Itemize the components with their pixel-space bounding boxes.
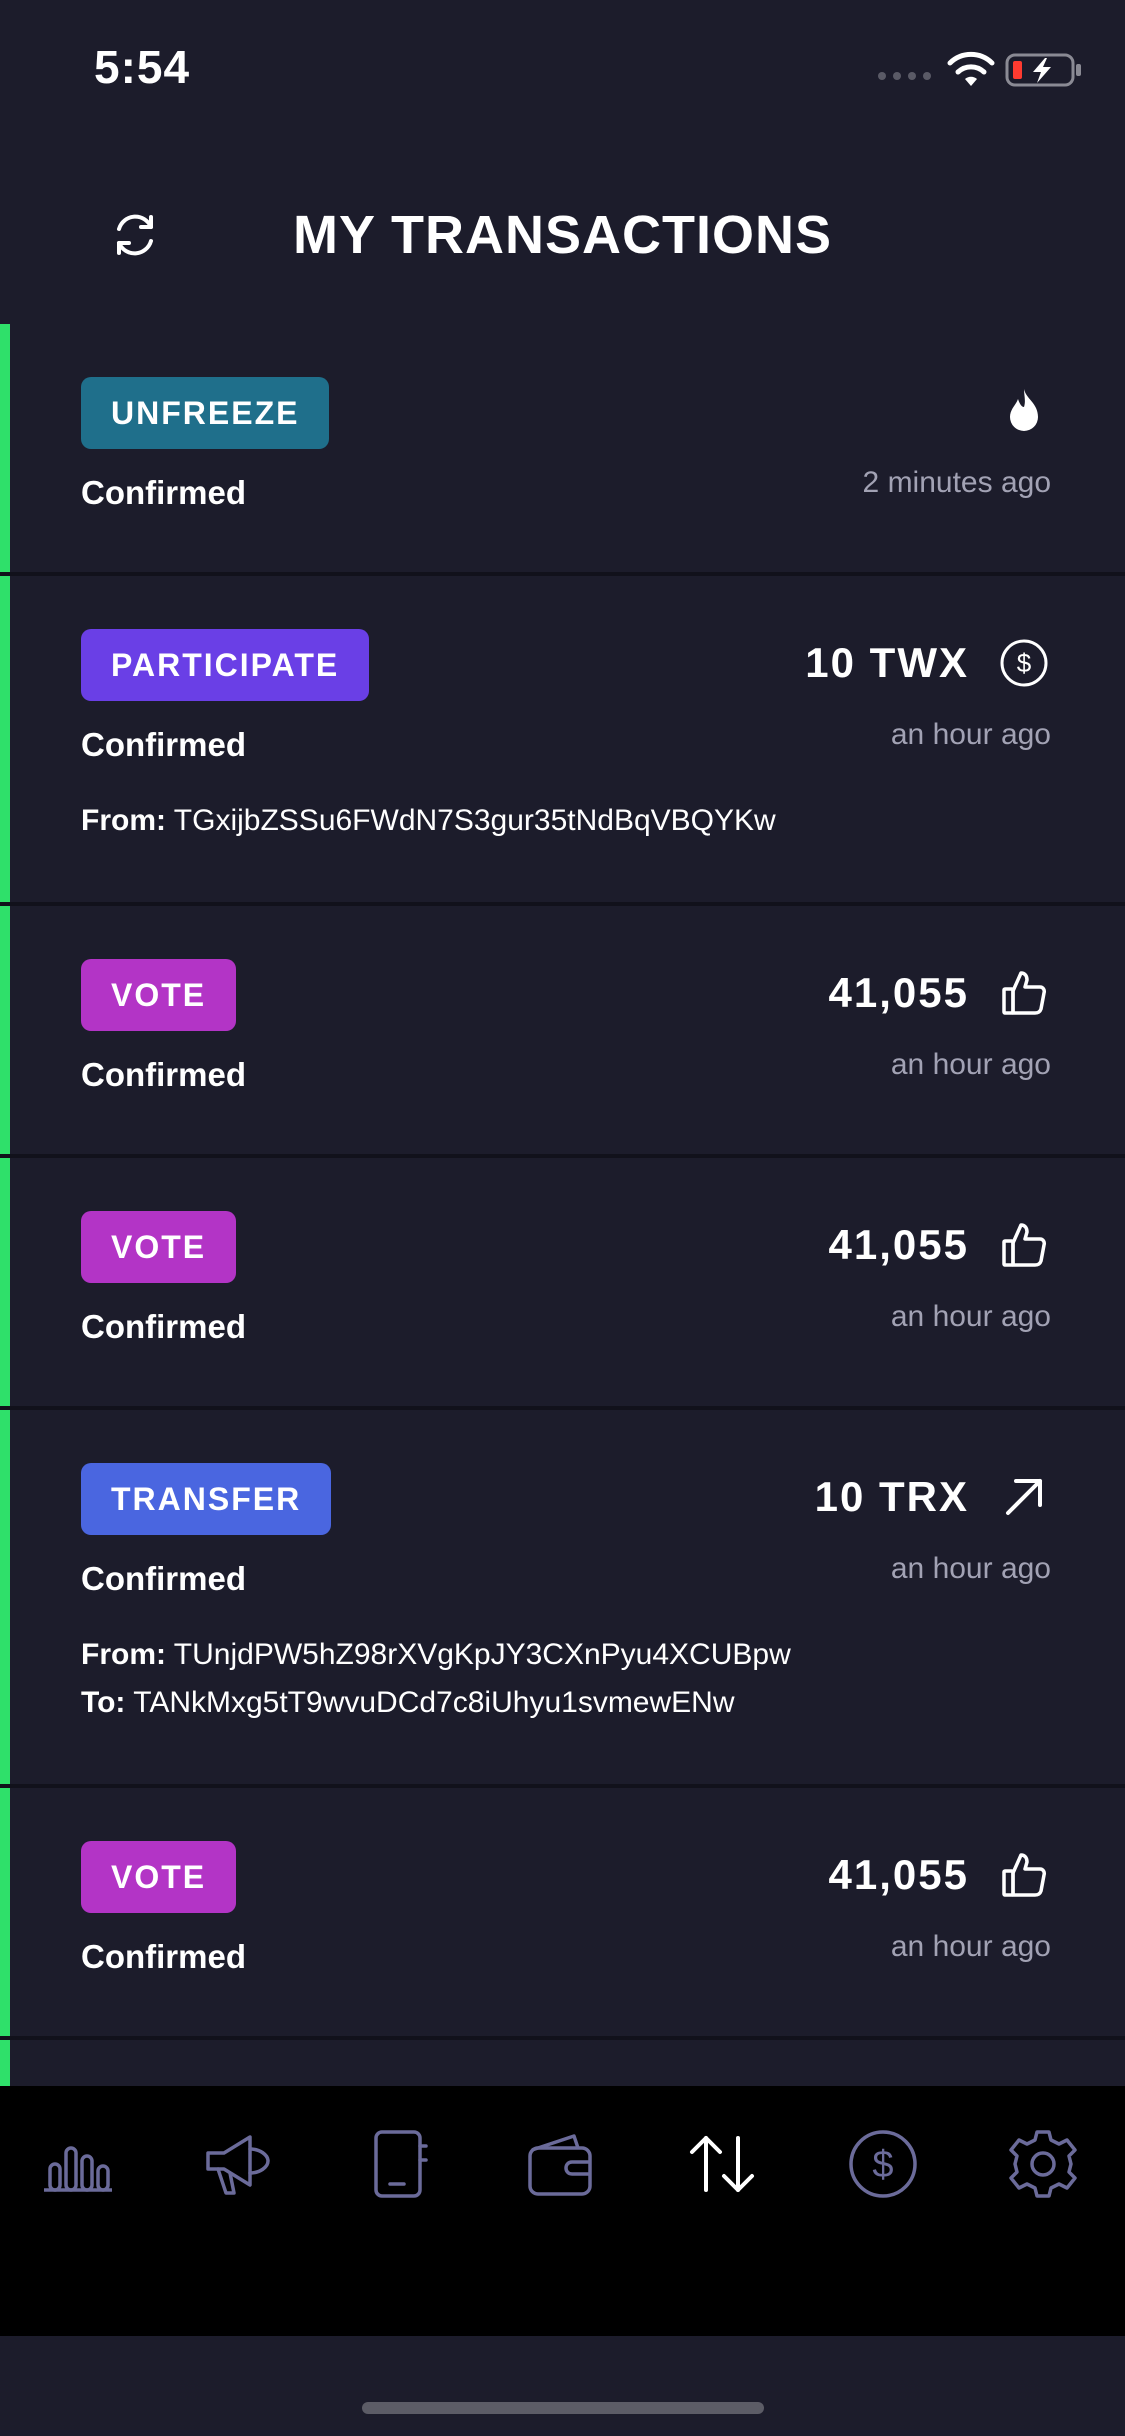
transaction-row[interactable]: VOTE 41,055 Confirmed an hour ago <box>0 1788 1125 2040</box>
tx-type-badge: VOTE <box>81 1211 237 1283</box>
tx-from-address[interactable]: From: TUnjdPW5hZ98rXVgKpJY3CXnPyu4XCUBpw <box>81 1638 791 1672</box>
tx-time: 2 minutes ago <box>862 466 1051 499</box>
wifi-icon <box>947 51 995 86</box>
tx-amount-group: 10 TWX $ <box>805 636 1051 690</box>
dollar-circle-icon: $ <box>849 2130 917 2198</box>
status-time: 5:54 <box>94 41 191 93</box>
tx-time: an hour ago <box>890 1300 1051 1333</box>
tx-time: an hour ago <box>890 1552 1051 1585</box>
tx-amount: 10 TRX <box>814 1473 969 1520</box>
transfer-arrows-icon <box>690 2136 754 2192</box>
tx-status: Confirmed <box>81 474 246 511</box>
nav-wallet[interactable] <box>520 2122 600 2206</box>
tx-type-badge: PARTICIPATE <box>81 629 370 701</box>
home-indicator-area <box>0 2336 1125 2436</box>
transaction-row[interactable]: TRANSFER 10 TRX Confirmed an hour ago Fr… <box>0 1410 1125 1788</box>
thumbs-up-icon <box>997 1848 1051 1902</box>
status-bar: 5:54 <box>0 0 1125 132</box>
tx-time: an hour ago <box>890 1930 1051 1963</box>
tx-type-badge: TRANSFER <box>81 1463 332 1535</box>
tx-amount-group: 41,055 <box>829 1218 1051 1272</box>
tx-time: an hour ago <box>890 1048 1051 1081</box>
tx-amount: 10 TWX <box>805 639 969 686</box>
transaction-row[interactable]: VOTE 41,055 Confirmed an hour ago <box>0 906 1125 1158</box>
tx-amount: 41,055 <box>828 1221 969 1268</box>
header: MY TRANSACTIONS <box>0 170 1125 300</box>
tx-to-address[interactable]: To: TANkMxg5tT9wvuDCd7c8iUhyu1svmewENw <box>81 1686 735 1720</box>
thumbs-up-icon <box>997 1218 1051 1272</box>
tx-status: Confirmed <box>81 726 246 763</box>
tx-type-badge: UNFREEZE <box>81 377 330 449</box>
flame-icon <box>997 384 1051 438</box>
cellular-signal-icon <box>878 72 931 80</box>
gear-icon <box>1009 2130 1077 2198</box>
wallet-icon <box>528 2134 592 2196</box>
to-label: To: <box>81 1686 126 1719</box>
tx-amount-group <box>997 384 1051 438</box>
nav-settings[interactable] <box>1003 2122 1083 2206</box>
from-address-value: TGxijbZSSu6FWdN7S3gur35tNdBqVBQYKw <box>173 804 776 837</box>
tx-time: an hour ago <box>890 718 1051 751</box>
battery-charging-icon <box>1005 53 1081 87</box>
tx-amount-group: 41,055 <box>829 1848 1051 1902</box>
page-title: MY TRANSACTIONS <box>292 205 833 265</box>
nav-tokens[interactable]: $ <box>843 2122 923 2206</box>
transaction-row[interactable]: PARTICIPATE 10 TWX $ Confirmed an hour a… <box>0 576 1125 906</box>
tx-type-badge: VOTE <box>81 1841 237 1913</box>
dollar-circle-icon: $ <box>997 636 1051 690</box>
tx-amount-group: 41,055 <box>829 966 1051 1020</box>
from-label: From: <box>81 1638 166 1671</box>
tx-status: Confirmed <box>81 1560 246 1597</box>
transaction-row[interactable]: UNFREEZE Confirmed 2 minutes ago <box>0 324 1125 576</box>
svg-text:$: $ <box>872 2144 893 2186</box>
to-address-value: TANkMxg5tT9wvuDCd7c8iUhyu1svmewENw <box>133 1686 735 1719</box>
tx-amount-group: 10 TRX <box>815 1470 1051 1524</box>
arrow-up-right-icon <box>997 1470 1051 1524</box>
from-address-value: TUnjdPW5hZ98rXVgKpJY3CXnPyu4XCUBpw <box>173 1638 791 1671</box>
nav-announcements[interactable] <box>200 2122 280 2206</box>
transaction-row[interactable]: VOTE 41,055 Confirmed an hour ago <box>0 1158 1125 1410</box>
tx-amount: 41,055 <box>828 969 969 1016</box>
tx-amount: 41,055 <box>828 1851 969 1898</box>
bar-chart-icon <box>44 2146 112 2192</box>
notebook-icon <box>374 2130 428 2198</box>
svg-text:$: $ <box>1017 648 1032 678</box>
nav-accounts[interactable] <box>358 2122 438 2206</box>
nav-transactions[interactable] <box>682 2122 762 2206</box>
tx-status: Confirmed <box>81 1938 246 1975</box>
home-indicator[interactable] <box>362 2402 764 2414</box>
transaction-row[interactable] <box>0 2040 1125 2086</box>
nav-stats[interactable] <box>38 2122 118 2206</box>
from-label: From: <box>81 804 166 837</box>
thumbs-up-icon <box>997 966 1051 1020</box>
tx-status: Confirmed <box>81 1056 246 1093</box>
transaction-list[interactable]: UNFREEZE Confirmed 2 minutes ago PARTICI… <box>0 324 1125 2086</box>
bottom-nav: $ <box>0 2086 1125 2336</box>
tx-from-address[interactable]: From: TGxijbZSSu6FWdN7S3gur35tNdBqVBQYKw <box>81 804 776 838</box>
megaphone-icon <box>206 2135 270 2195</box>
tx-type-badge: VOTE <box>81 959 237 1031</box>
tx-status: Confirmed <box>81 1308 246 1345</box>
